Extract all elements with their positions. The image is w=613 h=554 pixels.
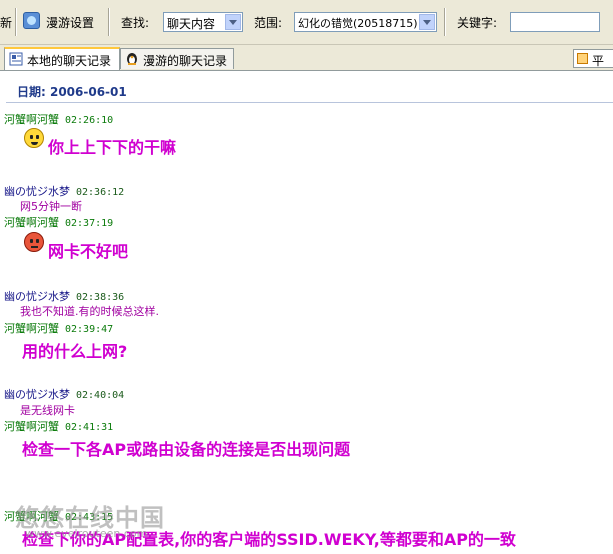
roam-settings-button[interactable]: 漫游设置	[46, 14, 94, 31]
message-sender: 幽の忧ジ水梦 02:38:36	[4, 288, 124, 304]
sender-name: 河蟹啊河蟹	[4, 113, 59, 126]
scope-label: 范围:	[254, 16, 283, 30]
toolbar: 新 漫游设置 查找: 聊天内容 范围: 幻化の错觉(20518715) 关键字:	[0, 0, 613, 45]
message-text: 检查一下各AP或路由设备的连接是否出现问题	[22, 440, 351, 459]
panel-icon	[577, 53, 588, 64]
cut-toolbar-label[interactable]: 新	[0, 14, 12, 31]
message-sender: 幽の忧ジ水梦 02:40:04	[4, 386, 124, 402]
message-sender: 河蟹啊河蟹 02:26:10	[4, 111, 113, 127]
message-text: 我也不知道.有的时候总这样.	[20, 305, 159, 318]
toolbar-separator	[108, 8, 110, 36]
sender-name: 河蟹啊河蟹	[4, 216, 59, 229]
message-time: 02:41:31	[65, 422, 114, 433]
tab-roam-label: 漫游的聊天记录	[143, 54, 228, 68]
find-type-select[interactable]: 聊天内容	[163, 12, 243, 32]
find-type-value: 聊天内容	[167, 17, 216, 31]
dropdown-arrow-icon[interactable]	[419, 14, 435, 30]
keyword-label: 关键字:	[457, 16, 498, 30]
tab-local-label: 本地的聊天记录	[27, 54, 112, 68]
message-time: 02:26:10	[65, 115, 114, 126]
chat-log-icon	[9, 52, 23, 66]
chat-log-panel: 日期: 2006-06-01 河蟹啊河蟹 02:26:10 你上上下下的干嘛 幽の…	[0, 71, 613, 554]
message-sender: 幽の忧ジ水梦 02:36:12	[4, 183, 124, 199]
tab-local-chat-log[interactable]: 本地的聊天记录	[4, 47, 120, 70]
message-time: 02:36:12	[76, 187, 125, 198]
message-text: 是无线网卡	[20, 404, 75, 417]
message-time: 02:39:47	[65, 324, 114, 335]
smile-emoji-icon	[24, 128, 44, 148]
keyword-input[interactable]	[510, 12, 600, 32]
sender-name: 河蟹啊河蟹	[4, 322, 59, 335]
message-sender: 河蟹啊河蟹 02:37:19	[4, 214, 113, 230]
angry-emoji-icon	[24, 232, 44, 252]
tab-bar: 本地的聊天记录 漫游的聊天记录 平	[0, 45, 613, 71]
message-time: 02:38:36	[76, 292, 125, 303]
dropdown-arrow-icon[interactable]	[225, 14, 241, 30]
message-text: 网卡不好吧	[48, 242, 129, 261]
sender-name: 幽の忧ジ水梦	[4, 388, 70, 401]
tab-roam-chat-log[interactable]: 漫游的聊天记录	[120, 48, 234, 69]
tab-right-partial[interactable]: 平	[573, 49, 613, 68]
message-text: 网5分钟一断	[20, 200, 82, 213]
message-text: 你上上下下的干嘛	[48, 138, 177, 157]
message-text: 用的什么上网?	[22, 342, 128, 361]
message-time: 02:40:04	[76, 390, 125, 401]
scope-value: 幻化の错觉(20518715)	[298, 17, 418, 30]
sender-name: 河蟹啊河蟹	[4, 420, 59, 433]
roam-settings-icon[interactable]	[23, 12, 40, 29]
toolbar-separator	[15, 8, 17, 36]
date-header: 日期: 2006-06-01	[17, 85, 127, 99]
date-divider	[6, 102, 613, 103]
sender-name: 幽の忧ジ水梦	[4, 290, 70, 303]
watermark-url: www.evelrouteen.com	[25, 527, 148, 540]
message-time: 02:37:19	[65, 218, 114, 229]
find-label: 查找:	[121, 16, 150, 30]
message-sender: 河蟹啊河蟹 02:41:31	[4, 418, 113, 434]
toolbar-separator	[444, 8, 446, 36]
penguin-icon	[125, 52, 139, 66]
message-sender: 河蟹啊河蟹 02:39:47	[4, 320, 113, 336]
sender-name: 幽の忧ジ水梦	[4, 185, 70, 198]
tab-right-label: 平	[592, 54, 605, 68]
scope-select[interactable]: 幻化の错觉(20518715)	[294, 12, 437, 32]
